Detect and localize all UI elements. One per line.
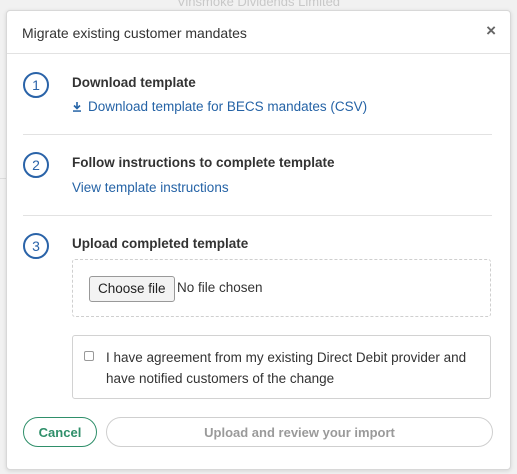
choose-file-button[interactable]: Choose file <box>89 276 175 302</box>
step-heading: Download template <box>72 75 196 90</box>
cancel-button[interactable]: Cancel <box>23 417 97 447</box>
view-instructions-link[interactable]: View template instructions <box>72 180 229 195</box>
download-template-label: Download template for BECS mandates (CSV… <box>88 99 368 114</box>
close-button[interactable]: × <box>486 22 496 39</box>
migrate-mandates-dialog: Migrate existing customer mandates × 1 D… <box>6 10 511 470</box>
file-drop-zone[interactable]: Choose file No file chosen <box>72 259 491 317</box>
step-divider <box>23 215 492 216</box>
step-divider <box>23 134 492 135</box>
step-number-3: 3 <box>23 233 49 259</box>
step-heading: Follow instructions to complete template <box>72 155 335 170</box>
step-number-2: 2 <box>23 152 49 178</box>
agreement-label[interactable]: I have agreement from my existing Direct… <box>106 347 476 389</box>
file-status: No file chosen <box>177 280 263 295</box>
dialog-title: Migrate existing customer mandates <box>22 25 247 41</box>
step-heading: Upload completed template <box>72 236 249 251</box>
agreement-checkbox[interactable] <box>84 351 94 361</box>
download-template-link[interactable]: Download template for BECS mandates (CSV… <box>72 99 367 114</box>
backdrop-title: Vinsmoke Dividends Limited <box>176 0 341 9</box>
download-icon <box>73 101 81 112</box>
step-number-1: 1 <box>23 72 49 98</box>
agreement-panel: I have agreement from my existing Direct… <box>72 335 491 399</box>
upload-review-button[interactable]: Upload and review your import <box>106 417 493 447</box>
dialog-header: Migrate existing customer mandates × <box>7 11 510 54</box>
